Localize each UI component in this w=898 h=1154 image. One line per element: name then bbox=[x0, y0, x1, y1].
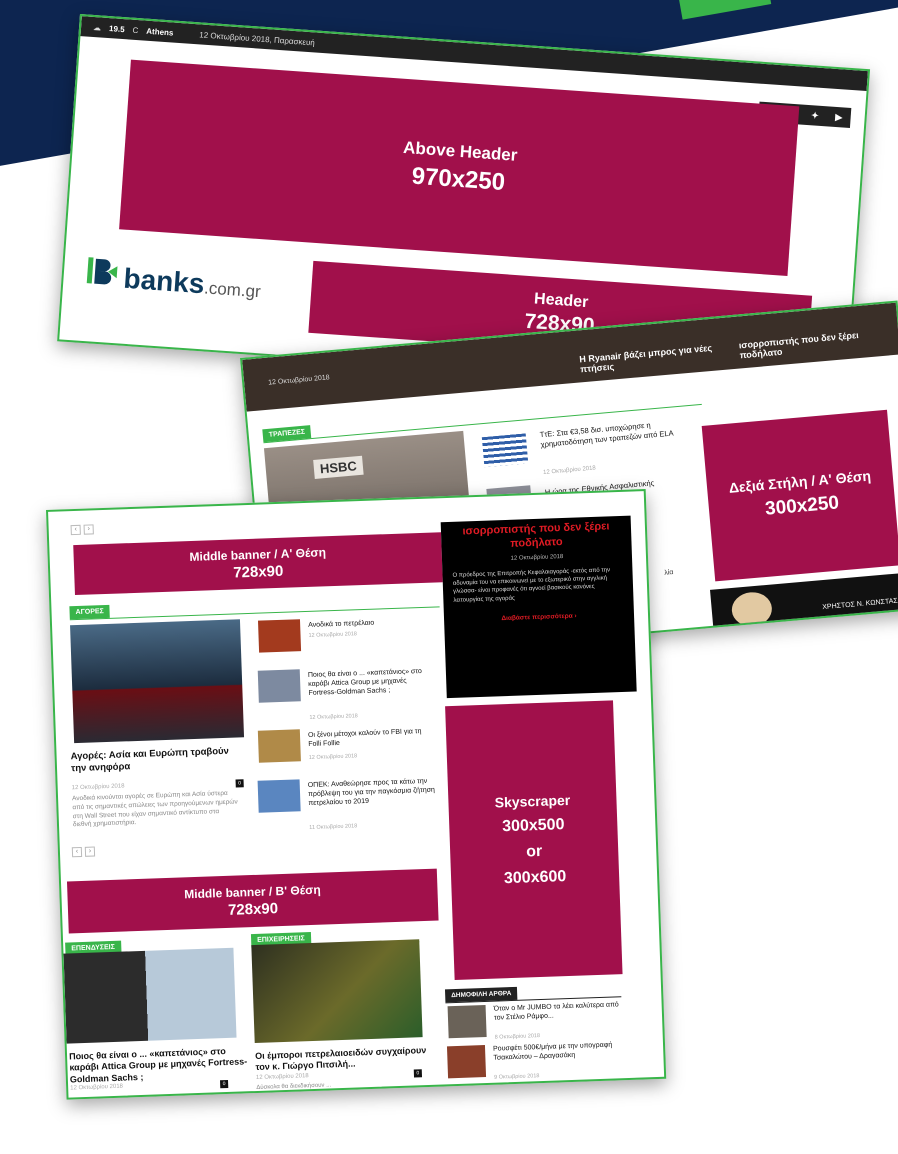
oil-barrels-thumbnail[interactable] bbox=[257, 619, 302, 653]
popular-thumbnail[interactable] bbox=[446, 1045, 487, 1079]
fuel-article-headline[interactable]: Οι έμποροι πετρελαιοειδών συγχαίρουν τον… bbox=[255, 1045, 436, 1074]
screenshot-content-card: ‹ › Middle banner / Α' Θέση 728x90 ισορρ… bbox=[46, 489, 667, 1100]
list-item-title[interactable]: Οι ξένοι μέτοχοι καλούν το FBI για τη Fo… bbox=[308, 727, 429, 749]
attica-thumbnail[interactable] bbox=[257, 669, 301, 703]
popular-item-title[interactable]: Ρουσφέτι 500€/μήνα με την υπογραφή Τσακα… bbox=[493, 1040, 624, 1063]
logo-tld: .com.gr bbox=[203, 278, 262, 302]
skyscraper-ad-or: or bbox=[525, 842, 543, 861]
popular-item-date: 8 Οκτωβρίου 2018 bbox=[494, 1033, 541, 1041]
skyscraper-ad-label: Skyscraper bbox=[494, 791, 571, 811]
popular-item-date: 9 Οκτωβρίου 2018 bbox=[493, 1073, 540, 1081]
article-date-ela: 12 Οκτωβρίου 2018 bbox=[542, 465, 597, 477]
list-item-date: 12 Οκτωβρίου 2018 bbox=[308, 631, 358, 639]
main-article-excerpt: Ανοδικά κινούνται αγορές σε Ευρώπη και Α… bbox=[71, 789, 238, 829]
popular-item-title[interactable]: Όταν ο Mr JUMBO τα λέει καλύτερα από τον… bbox=[494, 1000, 625, 1023]
main-article-date: 12 Οκτωβρίου 2018 bbox=[71, 783, 125, 792]
stage: ☁ 19.5 C Athens 12 Οκτωβρίου 2018, Παρασ… bbox=[0, 0, 898, 1154]
above-header-ad-label: Above Header bbox=[402, 137, 519, 165]
popular-section-label: ΔΗΜΟΦΙΛΗ ΑΡΘΡΑ bbox=[444, 986, 518, 1003]
markets-section-label[interactable]: ΑΓΟΡΕΣ bbox=[69, 604, 111, 620]
list-item-title[interactable]: Ανοδικά το πετρέλαιο bbox=[308, 617, 428, 630]
list-item-date: 12 Οκτωβρίου 2018 bbox=[309, 713, 358, 721]
hsbc-sign: HSBC bbox=[313, 455, 364, 479]
fuel-article-image[interactable] bbox=[251, 939, 423, 1044]
header-ad-label: Header bbox=[533, 290, 589, 312]
greek-flag-thumbnail[interactable] bbox=[481, 433, 529, 468]
featured-opinion-panel[interactable]: ισορροπιστής που δεν ξέρει ποδήλατο 12 Ο… bbox=[440, 515, 637, 699]
comment-count-badge[interactable]: 0 bbox=[220, 1079, 229, 1089]
temperature: 19.5 bbox=[108, 23, 125, 34]
text-fragment: λία bbox=[664, 569, 674, 577]
columnist-name: ΧΡΗΣΤΟΣ Ν. ΚΩΝΣΤΑΣ bbox=[822, 597, 898, 612]
right-column-ad[interactable]: Δεξιά Στήλη / Α' Θέση 300x250 bbox=[701, 409, 898, 582]
next-arrow-icon[interactable]: › bbox=[83, 524, 94, 535]
logo-brand: banks bbox=[122, 262, 206, 300]
popular-item-title[interactable]: Που βρίσκεται τώρα ο κ. Τζώρτζης Κουτσολ… bbox=[492, 1078, 623, 1100]
fuel-article-date: 12 Οκτωβρίου 2018 bbox=[255, 1073, 309, 1082]
investment-article-image[interactable] bbox=[63, 947, 237, 1044]
right-column-ad-label: Δεξιά Στήλη / Α' Θέση bbox=[728, 467, 872, 496]
comment-count-badge[interactable]: 0 bbox=[413, 1069, 423, 1078]
middle-banner-b-size: 728x90 bbox=[227, 899, 279, 919]
read-more-label: Διαβάστε περισσότερα bbox=[501, 612, 573, 623]
skyscraper-ad[interactable]: Skyscraper 300x500 or 300x600 bbox=[445, 700, 623, 981]
stock-board-image[interactable] bbox=[70, 619, 245, 744]
main-article-headline[interactable]: Αγορές: Ασία και Ευρώπη τραβούν την ανηφ… bbox=[70, 745, 241, 775]
site-logo[interactable]: banks .com.gr bbox=[83, 255, 263, 304]
popular-thumbnail[interactable] bbox=[447, 1004, 487, 1039]
columnist-banner[interactable]: ΧΡΗΣΤΟΣ Ν. ΚΩΝΣΤΑΣ bbox=[710, 572, 898, 632]
popular-thumbnail[interactable] bbox=[446, 1083, 485, 1100]
featured-text: Ο πρόεδρος της Επιτροπής Κεφαλαιαγοράς -… bbox=[452, 566, 611, 604]
read-more-link[interactable]: Διαβάστε περισσότερα › bbox=[444, 611, 634, 625]
middle-banner-a-label: Middle banner / Α' Θέση bbox=[189, 544, 327, 564]
fbi-badge-thumbnail[interactable] bbox=[257, 729, 301, 763]
list-item-title[interactable]: ΟΠΕΚ: Αναθεώρησε προς τα κάτω την πρόβλε… bbox=[308, 777, 437, 809]
investment-article-date: 12 Οκτωβρίου 2018 bbox=[70, 1083, 124, 1092]
youtube-icon[interactable]: ▶ bbox=[835, 111, 843, 122]
slider-arrows-top: ‹ › bbox=[70, 524, 94, 536]
comment-count-badge[interactable]: 0 bbox=[235, 779, 244, 788]
next-arrow-icon[interactable]: › bbox=[84, 846, 96, 857]
prev-arrow-icon[interactable]: ‹ bbox=[71, 846, 83, 858]
featured-headline[interactable]: ισορροπιστής που δεν ξέρει ποδήλατο bbox=[441, 516, 632, 554]
above-header-ad-size: 970x250 bbox=[410, 162, 506, 197]
popular-section-header: ΔΗΜΟΦΙΛΗ ΑΡΘΡΑ bbox=[444, 978, 622, 1004]
chevron-right-icon: › bbox=[574, 612, 577, 620]
logo-b-icon bbox=[86, 257, 118, 285]
slider-arrows-bottom: ‹ › bbox=[71, 846, 96, 858]
topbar-date: 12 Οκτωβρίου 2018, Παρασκευή bbox=[199, 29, 316, 47]
right-column-ad-size: 300x250 bbox=[764, 492, 840, 520]
list-item-date: 12 Οκτωβρίου 2018 bbox=[308, 753, 358, 761]
above-header-ad[interactable]: Above Header 970x250 bbox=[119, 59, 800, 276]
columnist-caricature bbox=[730, 590, 774, 629]
temperature-unit: C bbox=[132, 25, 139, 35]
list-item-date: 11 Οκτωβρίου 2018 bbox=[309, 823, 358, 832]
banks-section-label[interactable]: ΤΡΑΠΕΖΕΣ bbox=[262, 425, 312, 443]
article-title-ela[interactable]: ΤτΕ: Στα €3,58 δισ. υποχώρησε η χρηματοδ… bbox=[539, 416, 700, 449]
skyscraper-ad-size-alt: 300x600 bbox=[503, 868, 567, 888]
cloud-icon: ☁ bbox=[92, 22, 102, 32]
prev-arrow-icon[interactable]: ‹ bbox=[70, 524, 81, 536]
list-item-title[interactable]: Ποιος θα είναι ο ... «καπετάνιος» στο κα… bbox=[308, 667, 429, 698]
city: Athens bbox=[146, 26, 174, 38]
opec-thumbnail[interactable] bbox=[257, 779, 301, 813]
middle-banner-a[interactable]: Middle banner / Α' Θέση 728x90 bbox=[73, 532, 443, 596]
skyscraper-ad-size: 300x500 bbox=[501, 816, 565, 836]
middle-banner-b-label: Middle banner / Β' Θέση bbox=[183, 882, 321, 901]
fuel-article-excerpt: Δύσκολα θα διεκδικήσουν ... bbox=[256, 1082, 332, 1092]
twitter-icon[interactable]: ✦ bbox=[811, 110, 819, 121]
middle-banner-a-size: 728x90 bbox=[232, 562, 284, 581]
